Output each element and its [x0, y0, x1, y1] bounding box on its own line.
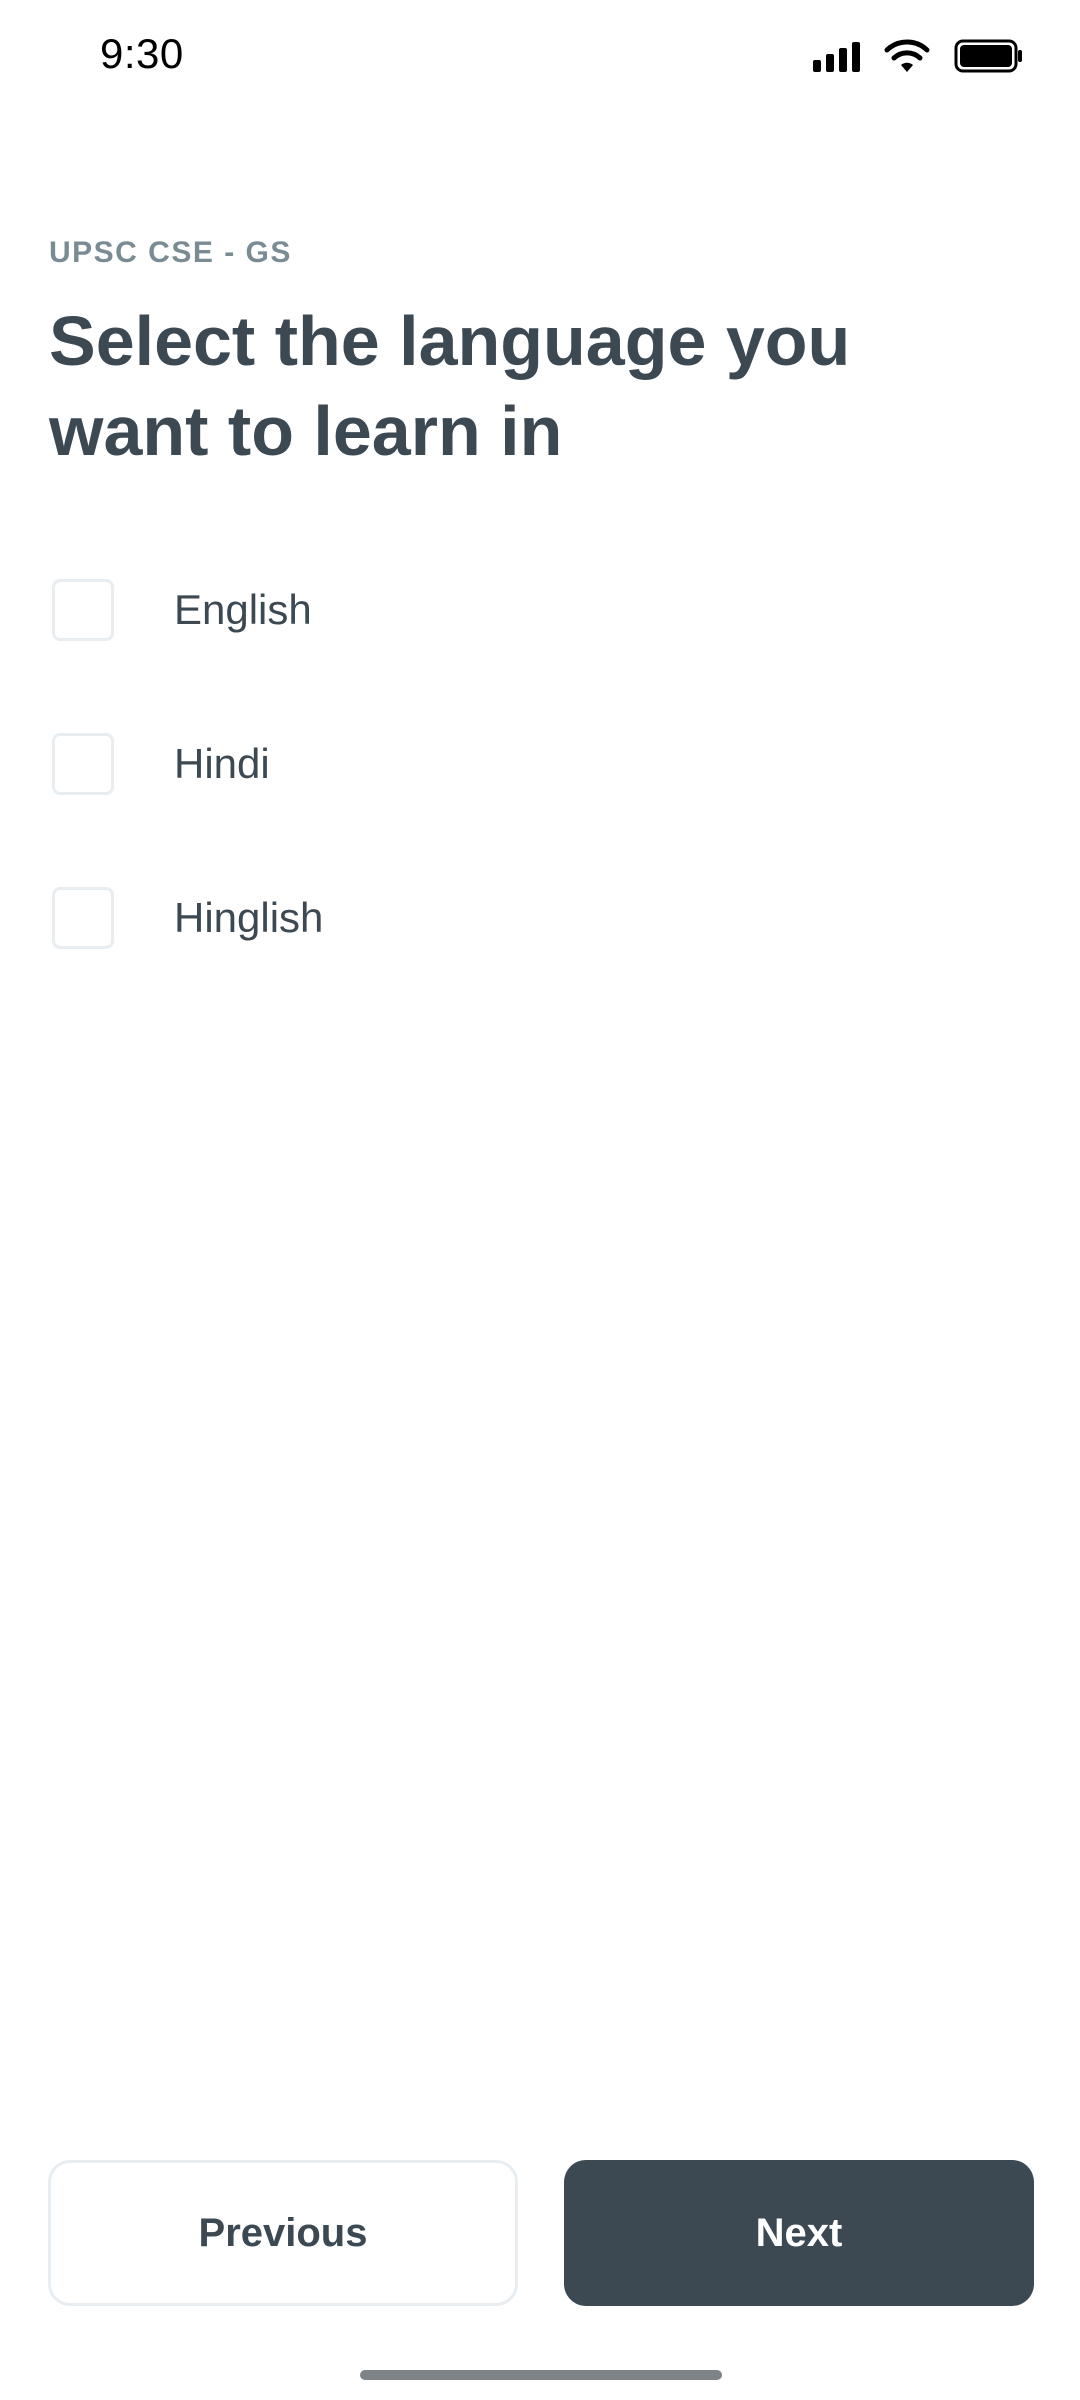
previous-button[interactable]: Previous	[48, 2160, 518, 2306]
checkbox-hinglish[interactable]	[52, 887, 114, 949]
option-label: English	[174, 586, 312, 633]
wifi-icon	[884, 39, 930, 72]
page-title: Select the language you want to learn in	[49, 302, 851, 470]
next-button[interactable]: Next	[564, 2160, 1034, 2306]
language-option-english[interactable]: English	[52, 570, 1032, 650]
battery-icon	[954, 39, 1022, 73]
status-icons	[813, 36, 1024, 76]
option-label: Hindi	[174, 740, 270, 787]
checkbox-hindi[interactable]	[52, 733, 114, 795]
course-label: UPSC CSE - GS	[49, 236, 292, 269]
home-indicator[interactable]	[360, 2370, 722, 2380]
language-selection-screen: 9:30 UPSC CSE - GS Select the language y…	[0, 0, 1080, 2400]
option-label: Hinglish	[174, 894, 324, 941]
status-time: 9:30	[100, 30, 184, 77]
language-options-list: English Hindi Hinglish	[52, 570, 1032, 1032]
status-bar: 9:30	[0, 0, 1080, 112]
checkbox-english[interactable]	[52, 579, 114, 641]
language-option-hinglish[interactable]: Hinglish	[52, 878, 1032, 958]
signal-icon	[813, 40, 860, 72]
language-option-hindi[interactable]: Hindi	[52, 724, 1032, 804]
